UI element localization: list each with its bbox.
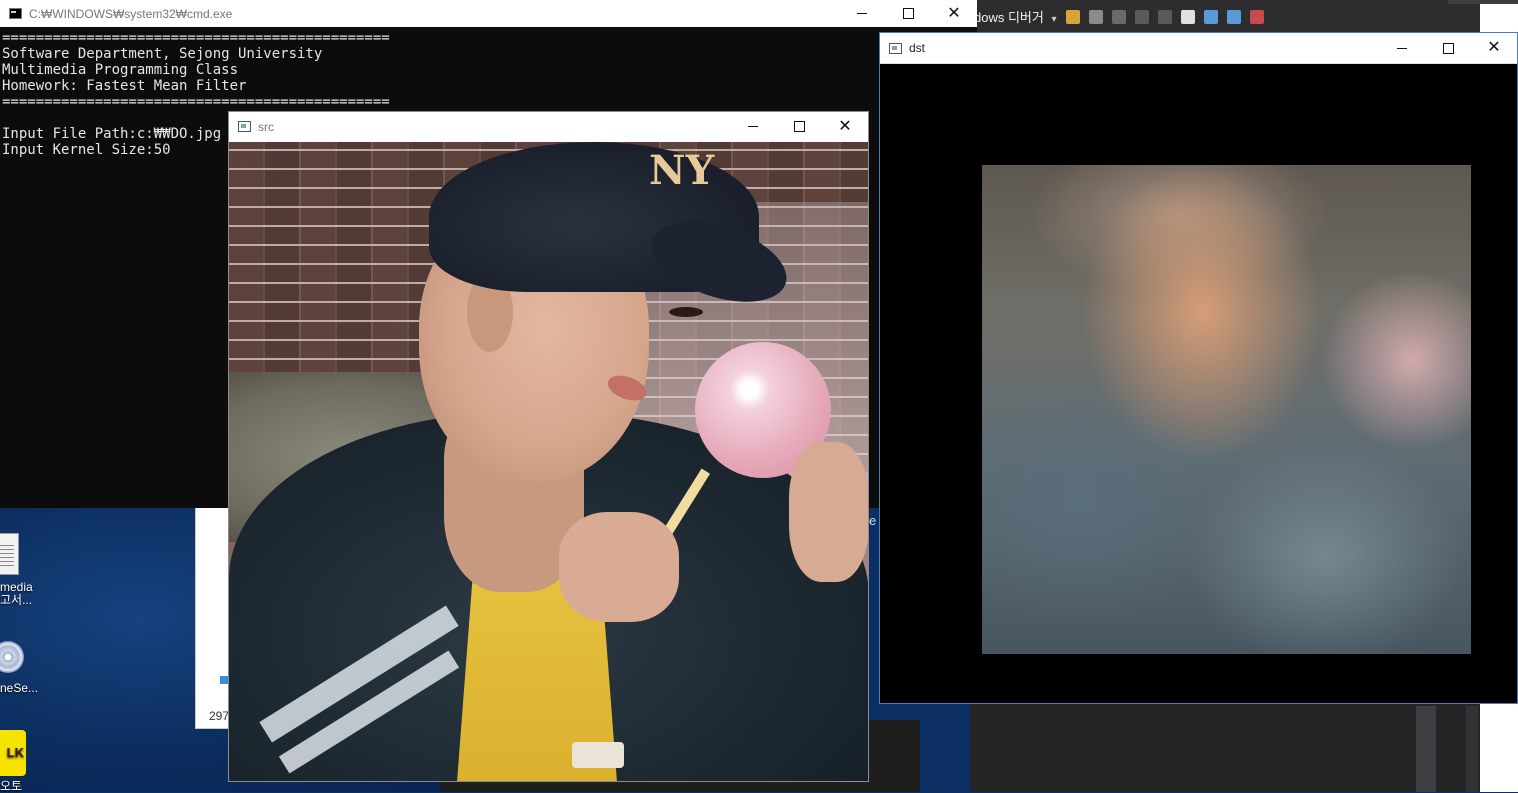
debugger-dropdown[interactable]: dows 디버거 ▾ [974,7,1057,26]
bookmark-icon[interactable] [1180,9,1195,24]
file-icon [220,676,228,684]
maximize-button[interactable] [1425,34,1471,62]
indent-icon[interactable] [1134,9,1149,24]
src-titlebar[interactable]: src ✕ [229,112,868,141]
minimize-button[interactable] [730,113,776,141]
outdent-icon[interactable] [1157,9,1172,24]
scrollbar[interactable] [1416,706,1436,792]
list-icon[interactable] [1111,9,1126,24]
source-image: NY [229,142,868,781]
minimize-icon [857,13,867,14]
maximize-icon [902,8,914,19]
close-button[interactable]: ✕ [822,113,868,141]
cmd-app-icon [9,8,22,19]
maximize-button[interactable] [776,113,822,141]
window-title: C:₩WINDOWS₩system32₩cmd.exe [29,6,233,21]
cmd-titlebar[interactable]: C:₩WINDOWS₩system32₩cmd.exe ✕ [0,0,977,27]
desktop-icon-document[interactable]: media 고서... [0,533,33,607]
folder-icon[interactable] [1065,9,1080,24]
console-line: Homework: Fastest Mean Filter [2,78,247,94]
document-icon [0,533,19,575]
cap-logo: NY [649,147,715,194]
close-button[interactable]: ✕ [1471,34,1517,62]
desktop-icon-kakaotalk[interactable]: LK 오토 [0,730,26,793]
window-title: src [258,119,274,134]
console-line: Multimedia Programming Class [2,62,239,78]
opencv-window-icon [889,42,902,54]
dst-window[interactable]: dst ✕ [879,32,1518,704]
console-line: ========================================… [2,94,390,110]
window-title: dst [909,41,926,55]
vs-bottom-panel [970,700,1480,792]
maximize-button[interactable] [885,0,931,28]
close-icon: ✕ [947,4,961,22]
kakaotalk-icon: LK [0,730,26,776]
explorer-partial-text: 297 [209,709,230,723]
next-bookmark-icon[interactable] [1226,9,1241,24]
hierarchy-icon[interactable] [1088,9,1103,24]
vs-toolbar: dows 디버거 ▾ [970,0,1480,33]
minimize-button[interactable] [839,0,885,28]
peek-text: e [869,513,877,528]
minimize-button[interactable] [1379,34,1425,62]
scrollbar[interactable] [1466,706,1478,792]
prev-bookmark-icon[interactable] [1203,9,1218,24]
close-icon: ✕ [838,117,852,135]
disc-icon [0,641,24,673]
close-icon: ✕ [1487,39,1501,56]
opencv-window-icon [238,121,251,132]
minimize-icon [748,126,758,127]
src-window[interactable]: src ✕ NY [228,111,869,782]
desktop-icon-disc[interactable]: neSe... [0,641,38,695]
maximize-icon [793,121,805,132]
minimize-icon [1397,47,1407,49]
close-button[interactable]: ✕ [931,0,977,28]
clear-bookmarks-icon[interactable] [1249,9,1264,24]
maximize-icon [1442,42,1454,54]
console-line: ========================================… [2,30,390,46]
console-line: Software Department, Sejong University [2,46,323,62]
filtered-image [982,165,1471,654]
dst-titlebar[interactable]: dst ✕ [880,33,1517,64]
